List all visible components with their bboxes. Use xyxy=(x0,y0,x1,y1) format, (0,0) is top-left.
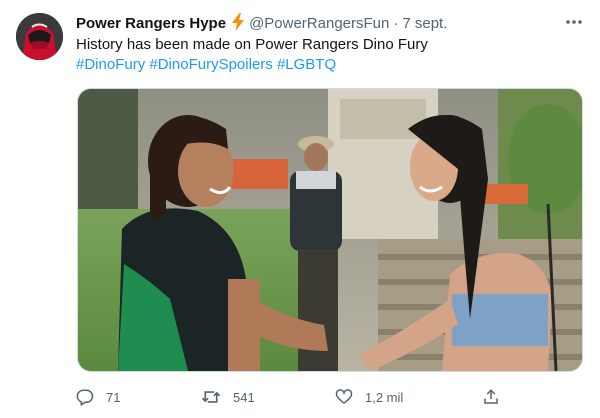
retweet-count: 541 xyxy=(233,389,255,405)
like-button[interactable]: 1,2 mil xyxy=(335,386,403,408)
tweet-date[interactable]: 7 sept. xyxy=(402,15,447,32)
lightning-bolt-icon xyxy=(231,13,245,37)
author-name[interactable]: Power Rangers Hype xyxy=(76,15,226,32)
hashtag-dinofury[interactable]: #DinoFury xyxy=(76,56,145,73)
reply-icon xyxy=(76,389,94,406)
tweet-actions: 71 541 1,2 mil xyxy=(76,386,516,408)
heart-icon xyxy=(335,389,353,404)
hashtag-lgbtq[interactable]: #LGBTQ xyxy=(277,56,336,73)
separator-dot: · xyxy=(393,15,399,32)
share-icon xyxy=(484,389,498,404)
retweet-button[interactable]: 541 xyxy=(201,386,255,408)
tweet[interactable]: Power Rangers Hype @PowerRangersFun · 7 sep… xyxy=(0,0,600,418)
tweet-header: Power Rangers Hype @PowerRangersFun · 7 sep… xyxy=(76,13,447,33)
author-handle[interactable]: @PowerRangersFun xyxy=(249,15,389,32)
tweet-text: History has been made on Power Rangers D… xyxy=(76,35,586,75)
hashtag-row: #DinoFury #DinoFurySpoilers #LGBTQ xyxy=(76,55,586,75)
photo-image xyxy=(78,89,582,371)
share-button[interactable] xyxy=(482,386,500,408)
retweet-icon xyxy=(201,391,221,403)
ranger-helmet-icon xyxy=(16,13,63,60)
author-avatar[interactable] xyxy=(16,13,63,60)
reply-count: 71 xyxy=(106,389,121,405)
like-count: 1,2 mil xyxy=(365,389,404,405)
more-options-button[interactable] xyxy=(562,12,586,32)
more-horizontal-icon xyxy=(566,20,582,24)
tweet-body: History has been made on Power Rangers D… xyxy=(76,36,428,53)
hashtag-dinofuryspoilers[interactable]: #DinoFurySpoilers xyxy=(149,56,272,73)
tweet-media-photo[interactable] xyxy=(77,88,583,372)
reply-button[interactable]: 71 xyxy=(76,386,120,408)
